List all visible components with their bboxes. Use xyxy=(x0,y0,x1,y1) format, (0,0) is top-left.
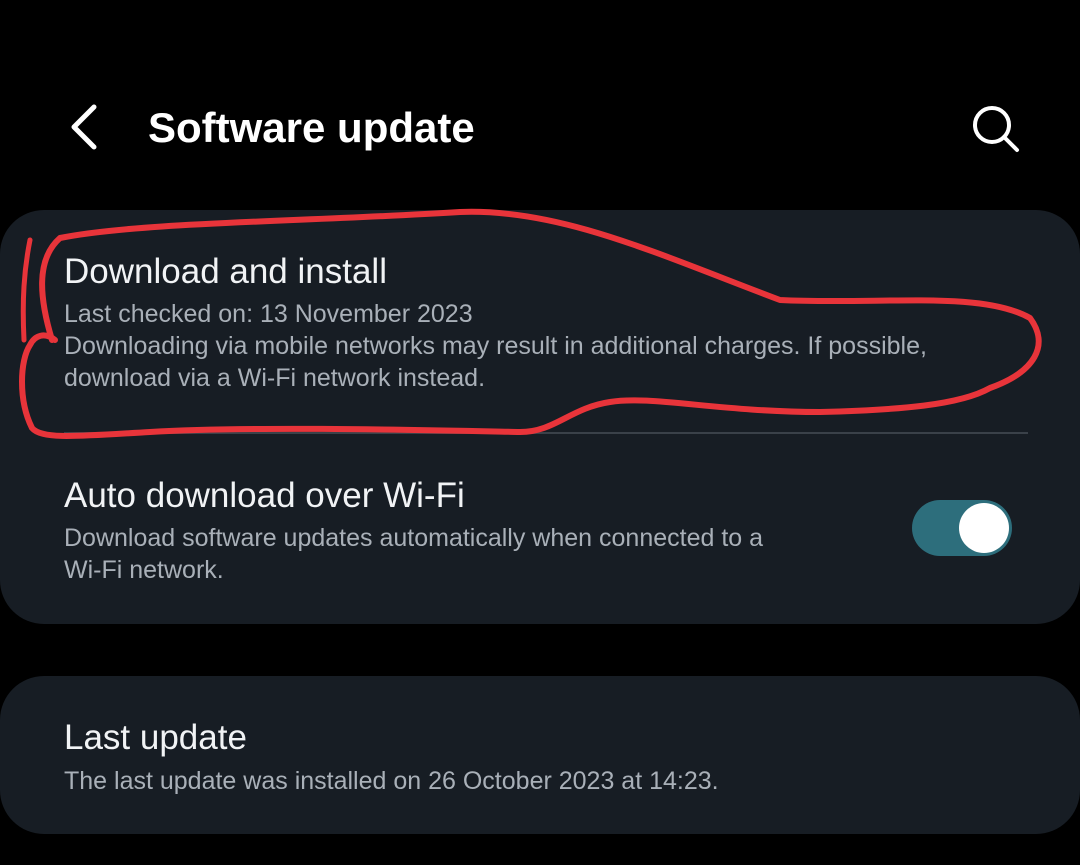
auto-download-desc-line2: Wi-Fi network. xyxy=(64,556,224,584)
search-button[interactable] xyxy=(960,95,1030,165)
auto-download-desc-line1: Download software updates automatically … xyxy=(64,524,764,552)
mobile-charges-note-line1: Downloading via mobile networks may resu… xyxy=(64,332,927,360)
app-header: Software update xyxy=(0,0,1080,200)
auto-download-toggle[interactable] xyxy=(912,500,1012,556)
download-and-install-title: Download and install xyxy=(64,252,387,291)
back-button[interactable] xyxy=(52,95,116,159)
last-update-title: Last update xyxy=(64,718,247,757)
last-checked-text: Last checked on: 13 November 2023 xyxy=(64,300,473,328)
update-settings-card: Download and install Last checked on: 13… xyxy=(0,210,1080,624)
toggle-knob xyxy=(959,503,1009,553)
last-update-desc: The last update was installed on 26 Octo… xyxy=(64,767,719,795)
last-update-card: Last update The last update was installe… xyxy=(0,676,1080,834)
chevron-left-icon xyxy=(71,104,97,150)
mobile-charges-note-line2: download via a Wi-Fi network instead. xyxy=(64,364,486,392)
search-icon xyxy=(973,106,1019,152)
auto-download-title: Auto download over Wi-Fi xyxy=(64,476,465,515)
page-title: Software update xyxy=(148,104,475,151)
last-update-item[interactable]: Last update The last update was installe… xyxy=(0,676,1080,834)
download-and-install-item[interactable]: Download and install Last checked on: 13… xyxy=(0,210,1080,432)
